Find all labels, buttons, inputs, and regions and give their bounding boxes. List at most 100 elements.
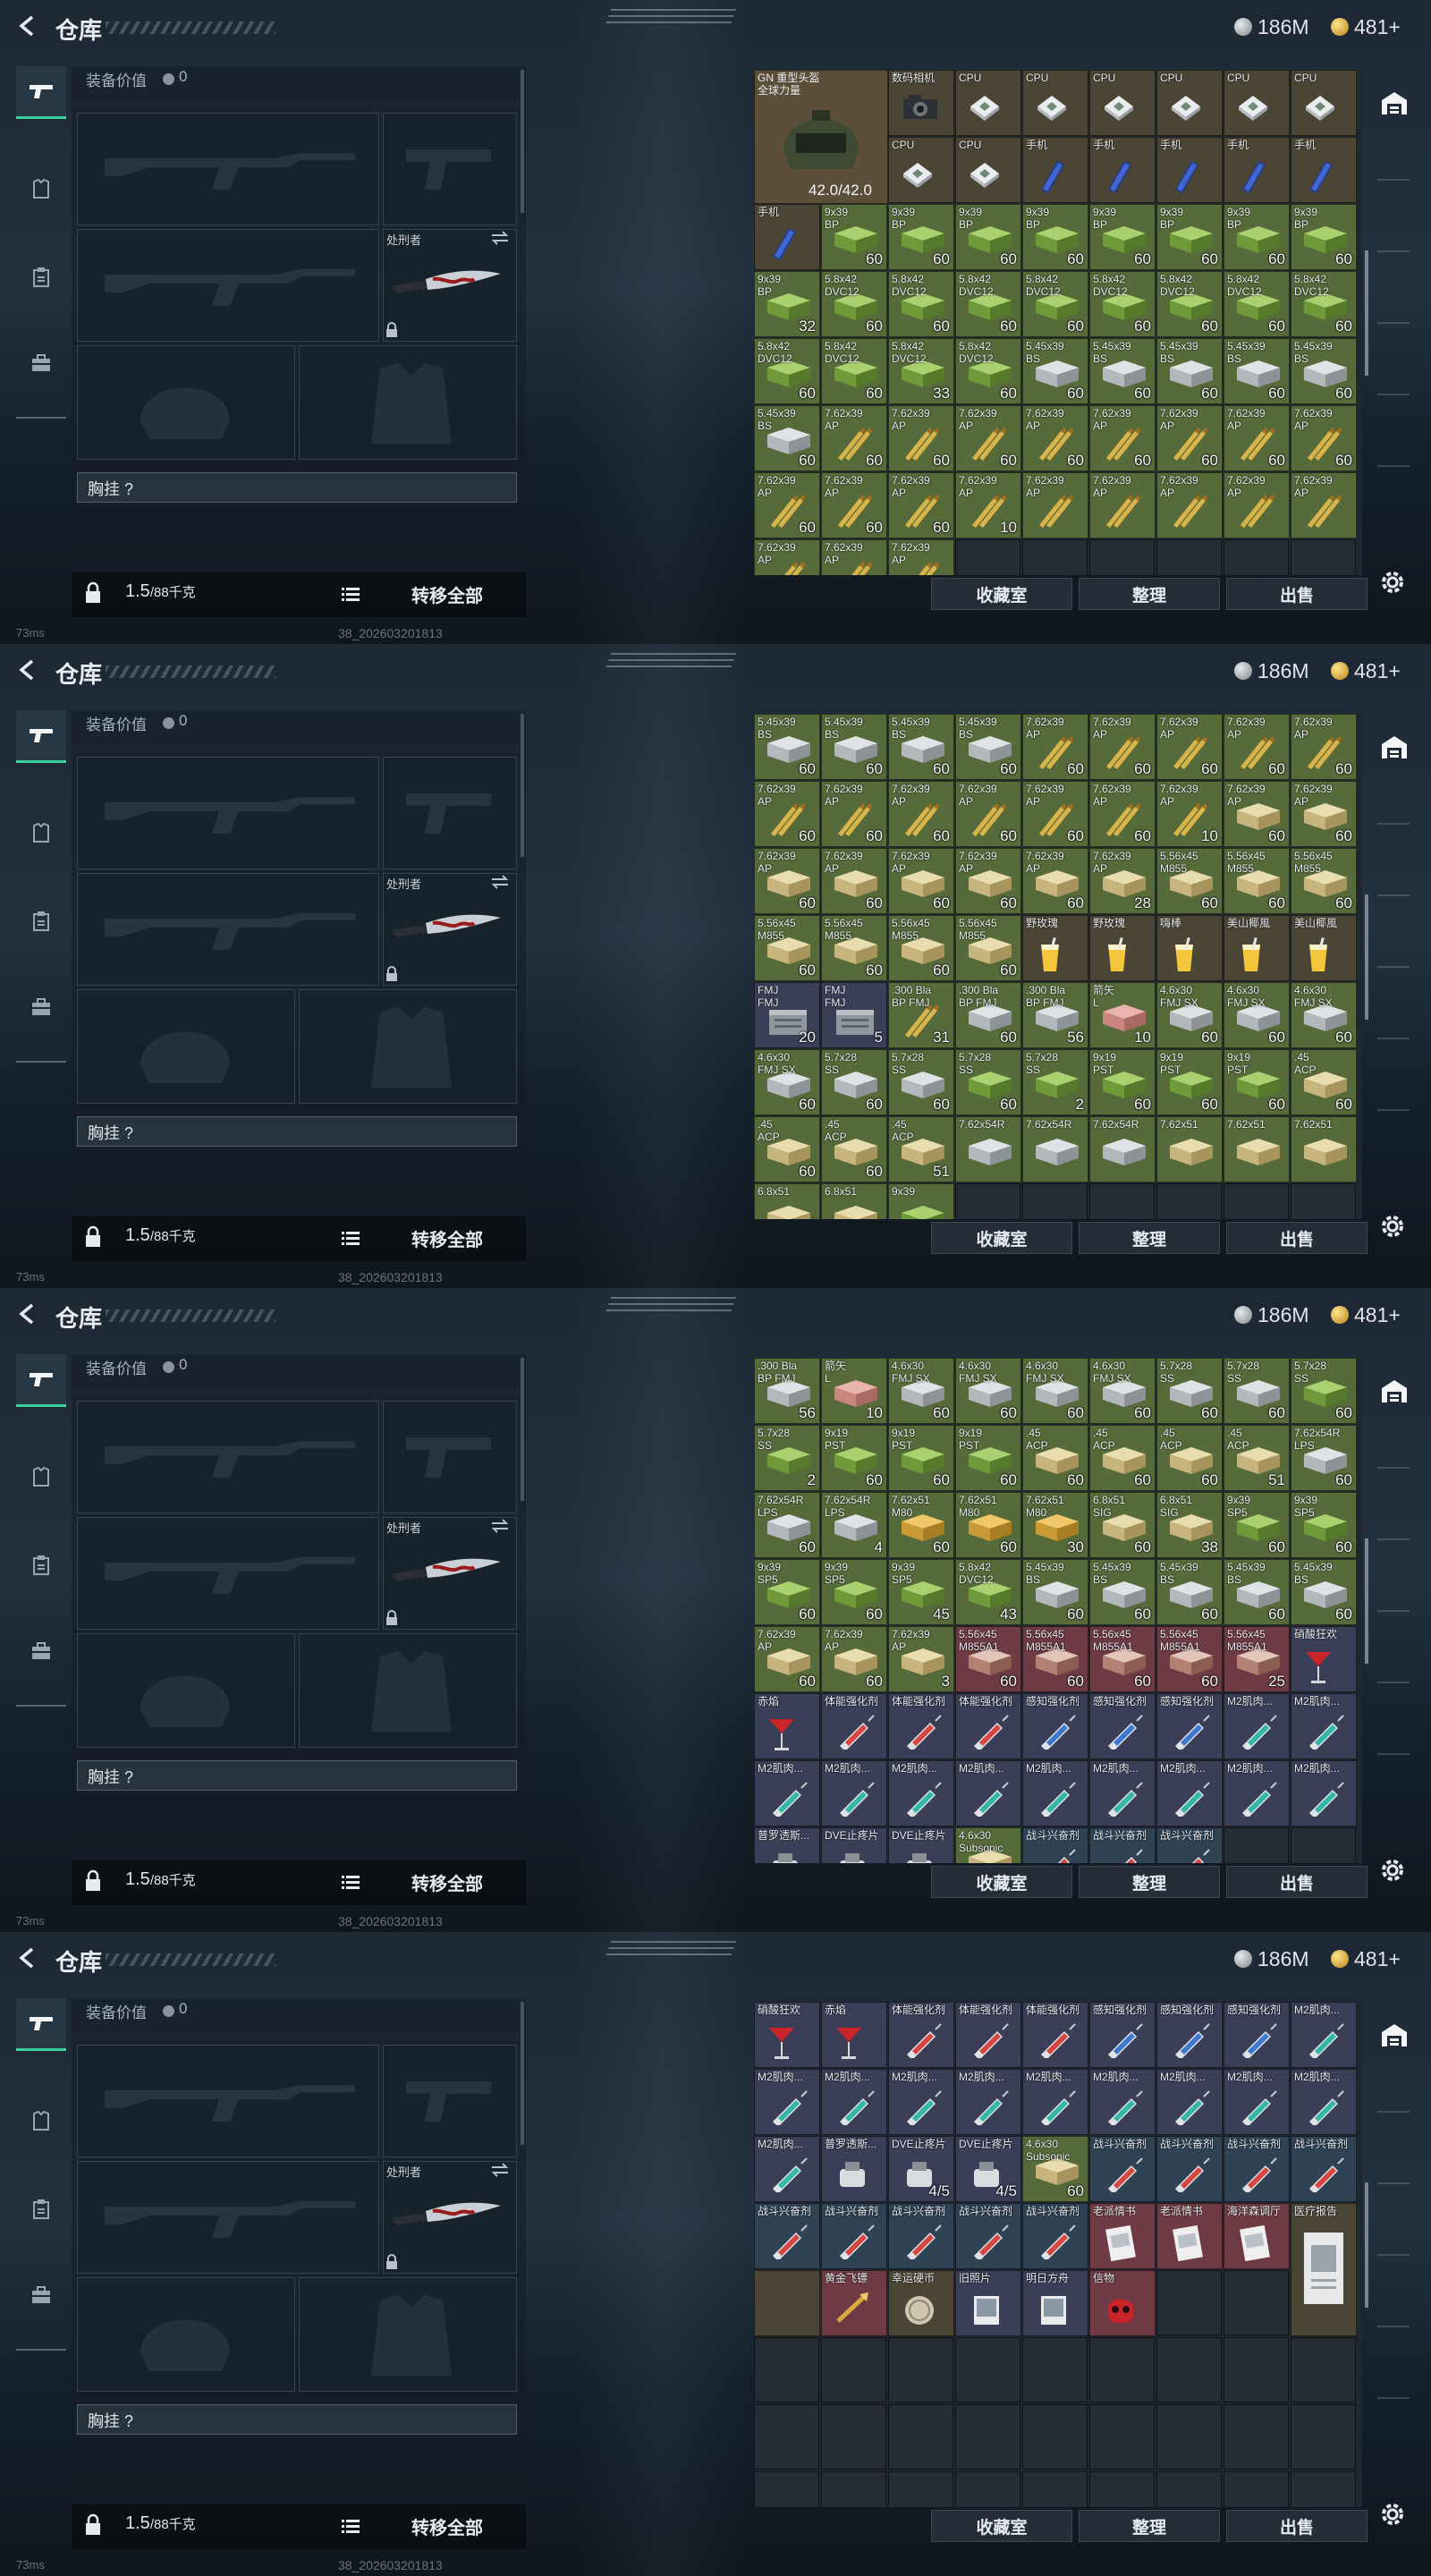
empty-slot[interactable]	[754, 2404, 819, 2470]
stash-item[interactable]: 5.7x28 SS 2	[1022, 1049, 1088, 1115]
transfer-all-button[interactable]: 转移全部	[411, 1225, 483, 1251]
stash-item[interactable]: M2肌肉...	[888, 2069, 954, 2135]
empty-slot[interactable]	[1291, 2404, 1356, 2470]
tab-rig[interactable]	[16, 896, 66, 946]
sell-button[interactable]: 出售	[1226, 1866, 1367, 1898]
stash-item[interactable]: 战斗兴奋剂	[1022, 1827, 1088, 1863]
stash-item[interactable]: 9x19 PST 60	[1156, 1049, 1223, 1115]
stash-page-tab[interactable]	[1377, 2163, 1410, 2184]
stash-item[interactable]: 5.56x45 M855A1 60	[1022, 1626, 1088, 1692]
empty-slot[interactable]	[955, 2337, 1020, 2402]
warehouse-icon[interactable]	[1379, 1377, 1410, 1404]
stash-item[interactable]: 5.7x28 SS 60	[1291, 1358, 1357, 1424]
swap-icon[interactable]	[490, 231, 510, 245]
stash-item[interactable]: .45 ACP 51	[1224, 1425, 1290, 1491]
stash-grid[interactable]: 5.45x39 BS 60 5.45x39 BS 60 5.45x39 BS 60 5.45…	[754, 714, 1362, 1219]
helmet-slot[interactable]	[77, 989, 295, 1104]
stash-item[interactable]: 9x19 PST 60	[821, 1425, 887, 1491]
stash-item[interactable]: 手机	[1291, 137, 1357, 203]
stash-item[interactable]: 5.45x39 BS 60	[1224, 338, 1290, 404]
stash-page-tab[interactable]	[1377, 875, 1410, 896]
stash-item[interactable]: 7.62x51	[1291, 1116, 1357, 1182]
stash-item[interactable]: 7.62x39 AP 10	[955, 472, 1021, 538]
stash-item[interactable]: 5.56x45 M855A1 60	[1156, 1626, 1223, 1692]
stash-item[interactable]: 5.8x42 DVC12 60	[754, 338, 820, 404]
stash-item[interactable]: 7.62x39 AP	[888, 539, 954, 575]
tab-rig[interactable]	[16, 2184, 66, 2234]
stash-item[interactable]: CPU	[1224, 70, 1290, 136]
stash-item[interactable]: .45 ACP 60	[1022, 1425, 1088, 1491]
warehouse-icon[interactable]	[1379, 2021, 1410, 2048]
stash-page-tab[interactable]	[1377, 1519, 1410, 1540]
stash-item[interactable]: 9x39	[888, 1183, 954, 1219]
stash-item[interactable]: DVE止疼片 4/5	[888, 2136, 954, 2202]
stash-item[interactable]: 7.62x39 AP	[1156, 472, 1223, 538]
stash-item[interactable]: 9x39 SP5 60	[821, 1559, 887, 1625]
stash-item[interactable]: 7.62x39 AP 60	[1089, 405, 1156, 471]
gear-icon[interactable]	[1377, 1855, 1408, 1885]
stash-item[interactable]: 7.62x39 AP 60	[754, 1626, 820, 1692]
stash-item[interactable]: 感知强化剂	[1156, 1693, 1223, 1759]
stash-item[interactable]: 5.45x39 BS 60	[1022, 1559, 1088, 1625]
stash-item[interactable]: 感知强化剂	[1089, 2002, 1156, 2068]
empty-slot[interactable]	[955, 1183, 1020, 1219]
stash-item[interactable]: 4.6x30 FMJ SX 60	[888, 1358, 954, 1424]
loadout-scrollbar[interactable]	[521, 714, 524, 857]
stash-item[interactable]: 5.7x28 SS 60	[955, 1049, 1021, 1115]
empty-slot[interactable]	[1224, 2270, 1289, 2335]
stash-item[interactable]: 战斗兴奋剂	[1156, 2136, 1223, 2202]
stash-item[interactable]: 5.8x42 DVC12 60	[955, 271, 1021, 337]
stash-item[interactable]: 体能强化剂	[821, 1693, 887, 1759]
stash-item[interactable]: 5.45x39 BS 60	[754, 714, 820, 780]
stash-item[interactable]: 7.62x39 AP 60	[754, 848, 820, 914]
empty-slot[interactable]	[1089, 2404, 1155, 2470]
stash-item[interactable]: 7.62x39 AP	[1291, 472, 1357, 538]
stash-item[interactable]: 7.62x51	[1224, 1116, 1290, 1182]
stash-item[interactable]: 7.62x51 M80 60	[955, 1492, 1021, 1558]
tab-rig[interactable]	[16, 1540, 66, 1590]
stash-item[interactable]: 5.8x42 DVC12 60	[1224, 271, 1290, 337]
lock-icon[interactable]	[84, 1869, 102, 1893]
empty-slot[interactable]	[1291, 539, 1356, 575]
stash-item[interactable]: 5.45x39 BS 60	[1156, 338, 1223, 404]
stash-item[interactable]: DVE止疼片	[821, 1827, 887, 1863]
stash-item[interactable]: 5.45x39 BS 60	[1089, 1559, 1156, 1625]
stash-item[interactable]: M2肌肉...	[754, 2136, 820, 2202]
stash-item[interactable]: 9x39 SP5 60	[1224, 1492, 1290, 1558]
empty-slot[interactable]	[1089, 2337, 1155, 2402]
lock-icon[interactable]	[84, 1225, 102, 1249]
stash-item[interactable]: CPU	[955, 70, 1021, 136]
stash-item[interactable]: 7.62x39 AP 60	[1022, 405, 1088, 471]
stash-item[interactable]: CPU	[955, 137, 1021, 203]
sort-button[interactable]: 整理	[1079, 1222, 1220, 1254]
empty-slot[interactable]	[1156, 2404, 1222, 2470]
stash-item[interactable]: 6.8x51 SIG 60	[1089, 1492, 1156, 1558]
stash-item[interactable]: M2肌肉...	[1156, 1760, 1223, 1826]
gear-icon[interactable]	[1377, 1211, 1408, 1241]
stash-page-tab[interactable]	[1377, 374, 1410, 395]
stash-item[interactable]: 7.62x39 AP 60	[1291, 405, 1357, 471]
stash-item[interactable]: CPU	[888, 137, 954, 203]
secondary-weapon-slot[interactable]	[77, 2161, 379, 2274]
stash-page-tab[interactable]	[1377, 1447, 1410, 1469]
stash-item[interactable]: .45 ACP 60	[754, 1116, 820, 1182]
stash-item[interactable]: 医疗报告	[1291, 2203, 1357, 2336]
empty-slot[interactable]	[1291, 2471, 1356, 2507]
stash-item[interactable]: .45 ACP 60	[821, 1116, 887, 1182]
stash-item[interactable]: 9x39 SP5 60	[1291, 1492, 1357, 1558]
empty-slot[interactable]	[888, 2404, 953, 2470]
stash-item[interactable]: 5.56x45 M855 60	[754, 915, 820, 981]
gold-currency[interactable]: 481+	[1331, 658, 1401, 683]
stash-page-tab[interactable]	[1377, 2377, 1410, 2399]
empty-slot[interactable]	[1022, 2337, 1088, 2402]
stash-item[interactable]: 战斗兴奋剂	[1224, 2136, 1290, 2202]
empty-slot[interactable]	[1224, 539, 1289, 575]
stash-item[interactable]: 体能强化剂	[888, 2002, 954, 2068]
tab-weapons[interactable]	[16, 710, 66, 763]
stash-item[interactable]: 黄金飞镖	[821, 2270, 887, 2336]
sidearm-slot[interactable]	[383, 757, 517, 869]
stash-item[interactable]: 7.62x54R	[1022, 1116, 1088, 1182]
stash-item[interactable]: 普罗透斯...	[754, 1827, 820, 1863]
swap-icon[interactable]	[490, 875, 510, 889]
stash-item[interactable]: 体能强化剂	[955, 1693, 1021, 1759]
